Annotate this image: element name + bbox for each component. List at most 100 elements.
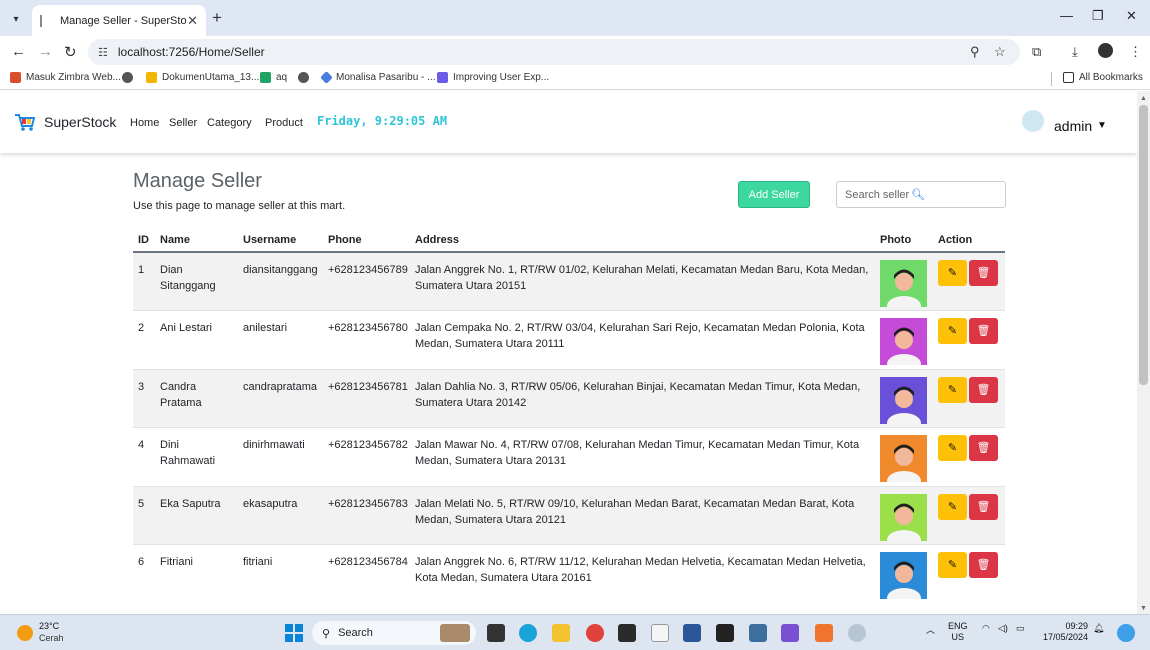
- col-header-address: Address: [410, 228, 875, 253]
- settings-gear-icon[interactable]: [848, 624, 866, 642]
- seller-avatar: [880, 260, 927, 307]
- folder-icon: [1063, 72, 1074, 83]
- extensions-icon[interactable]: ⧉: [1032, 44, 1041, 60]
- word-icon[interactable]: [683, 624, 701, 642]
- cell-action: ✎ 🗑︎: [933, 485, 1005, 545]
- cell-username: candrapratama: [238, 368, 323, 428]
- bookmark-item[interactable]: aq: [260, 72, 287, 83]
- admin-avatar[interactable]: [1022, 110, 1044, 132]
- delete-button[interactable]: 🗑︎: [969, 552, 998, 578]
- page-subtitle: Use this page to manage seller at this m…: [133, 200, 346, 212]
- copilot-icon[interactable]: [1117, 624, 1135, 642]
- delete-button[interactable]: 🗑︎: [969, 318, 998, 344]
- sublime-icon[interactable]: [618, 624, 636, 642]
- clock-tray[interactable]: 09:29 17/05/2024: [1040, 621, 1088, 643]
- brand-name[interactable]: SuperStock: [44, 114, 116, 130]
- wifi-icon[interactable]: ◠: [982, 623, 990, 634]
- scroll-down-icon[interactable]: ▼: [1140, 605, 1147, 612]
- notepad-icon[interactable]: [651, 624, 669, 642]
- scroll-up-icon[interactable]: ▲: [1140, 95, 1147, 102]
- downloads-icon[interactable]: ⤓: [1072, 44, 1078, 60]
- trash-icon: 🗑︎: [976, 500, 991, 513]
- cell-id: 4: [133, 427, 155, 486]
- delete-button[interactable]: 🗑︎: [969, 260, 998, 286]
- zoom-icon[interactable]: ⚲: [970, 44, 980, 60]
- url-text: localhost:7256/Home/Seller: [117, 45, 265, 59]
- delete-button[interactable]: 🗑︎: [969, 435, 998, 461]
- nav-product[interactable]: Product: [265, 117, 303, 129]
- edit-button[interactable]: ✎: [938, 493, 967, 520]
- col-header-phone: Phone: [323, 228, 410, 253]
- window-close-icon[interactable]: ✕: [1126, 8, 1137, 24]
- cell-address: Jalan Dahlia No. 3, RT/RW 05/06, Kelurah…: [410, 368, 875, 428]
- address-bar[interactable]: ☷ localhost:7256/Home/Seller: [88, 39, 1020, 65]
- battery-icon[interactable]: ▭: [1016, 623, 1025, 634]
- nav-seller[interactable]: Seller: [169, 117, 197, 129]
- reload-icon[interactable]: ↻: [64, 43, 77, 61]
- restore-icon[interactable]: ❐: [1092, 8, 1104, 24]
- add-seller-button[interactable]: Add Seller: [738, 181, 810, 208]
- edge-icon[interactable]: [519, 624, 537, 642]
- edit-button[interactable]: ✎: [938, 260, 967, 286]
- page-scrollbar[interactable]: ▲ ▼: [1137, 91, 1150, 614]
- back-icon[interactable]: ←: [11, 43, 26, 60]
- caret-down-icon[interactable]: ▼: [1097, 120, 1107, 131]
- forward-icon[interactable]: →: [38, 43, 53, 60]
- xampp-icon[interactable]: [815, 624, 833, 642]
- bookmark-item[interactable]: DokumenUtama_13...: [146, 72, 259, 83]
- tray-overflow-icon[interactable]: ︿: [926, 623, 935, 636]
- task-view-icon[interactable]: [487, 624, 505, 642]
- minimize-icon[interactable]: —: [1060, 8, 1073, 23]
- weather-temp[interactable]: 23°C: [39, 621, 59, 631]
- seller-avatar: [880, 435, 927, 482]
- tray-time: 09:29: [1065, 621, 1088, 631]
- edit-button[interactable]: ✎: [938, 318, 967, 344]
- table-row: 1 Dian Sitanggang diansitanggang +628123456…: [133, 251, 1005, 311]
- search-input[interactable]: [845, 188, 911, 201]
- menu-kebab-icon[interactable]: ⋮: [1129, 44, 1142, 60]
- terminal-icon[interactable]: [716, 624, 734, 642]
- tab-close-icon[interactable]: ✕: [187, 13, 198, 29]
- widgets-icon[interactable]: [440, 624, 470, 642]
- bookmark-item[interactable]: Monalisa Pasaribu - ...: [320, 71, 436, 84]
- delete-button[interactable]: 🗑︎: [969, 493, 998, 520]
- nav-category[interactable]: Category: [207, 117, 252, 129]
- weather-desc[interactable]: Cerah: [39, 633, 64, 643]
- volume-icon[interactable]: ◁): [998, 623, 1008, 634]
- cell-address: Jalan Anggrek No. 6, RT/RW 11/12, Kelura…: [410, 544, 875, 603]
- visual-studio-icon[interactable]: [781, 624, 799, 642]
- all-bookmarks-label: All Bookmarks: [1079, 72, 1143, 83]
- bookmark-item[interactable]: Improving User Exp...: [437, 72, 549, 83]
- cell-phone: +628123456789: [323, 251, 410, 311]
- delete-button[interactable]: 🗑︎: [969, 376, 998, 403]
- bookmark-item[interactable]: [122, 72, 138, 83]
- edit-button[interactable]: ✎: [938, 376, 967, 403]
- all-bookmarks[interactable]: All Bookmarks: [1063, 72, 1143, 83]
- bookmark-star-icon[interactable]: ☆: [994, 44, 1006, 60]
- cell-photo: [875, 544, 933, 603]
- globe-icon: [298, 72, 309, 83]
- nav-home[interactable]: Home: [130, 117, 159, 129]
- input-language[interactable]: ENG US: [948, 621, 968, 643]
- bookmark-item[interactable]: [298, 72, 314, 83]
- scroll-thumb[interactable]: [1139, 105, 1148, 385]
- weather-sun-icon[interactable]: [17, 625, 33, 641]
- admin-dropdown[interactable]: admin: [1054, 118, 1092, 134]
- browser-tab-active[interactable]: Manage Seller - SuperStock ✕: [32, 5, 206, 36]
- chrome-icon[interactable]: [586, 624, 604, 642]
- cell-name: Dian Sitanggang: [155, 251, 238, 311]
- tab-search-button[interactable]: ▾: [6, 9, 26, 29]
- edit-button[interactable]: ✎: [938, 435, 967, 461]
- edit-button[interactable]: ✎: [938, 552, 967, 578]
- remote-desktop-icon[interactable]: [749, 624, 767, 642]
- bookmark-item[interactable]: Masuk Zimbra Web...: [10, 72, 121, 83]
- start-windows-icon[interactable]: [285, 624, 303, 642]
- cell-id: 3: [133, 368, 155, 428]
- site-info-icon[interactable]: ☷: [98, 46, 108, 59]
- table-row: 2 Ani Lestari anilestari +628123456780 Jalan…: [133, 310, 1005, 369]
- notification-bell-icon[interactable]: 🔔︎: [1093, 623, 1104, 634]
- new-tab-icon[interactable]: +: [212, 8, 222, 28]
- file-explorer-icon[interactable]: [552, 624, 570, 642]
- search-box[interactable]: 🔍︎: [836, 181, 1006, 208]
- profile-avatar[interactable]: [1098, 43, 1113, 58]
